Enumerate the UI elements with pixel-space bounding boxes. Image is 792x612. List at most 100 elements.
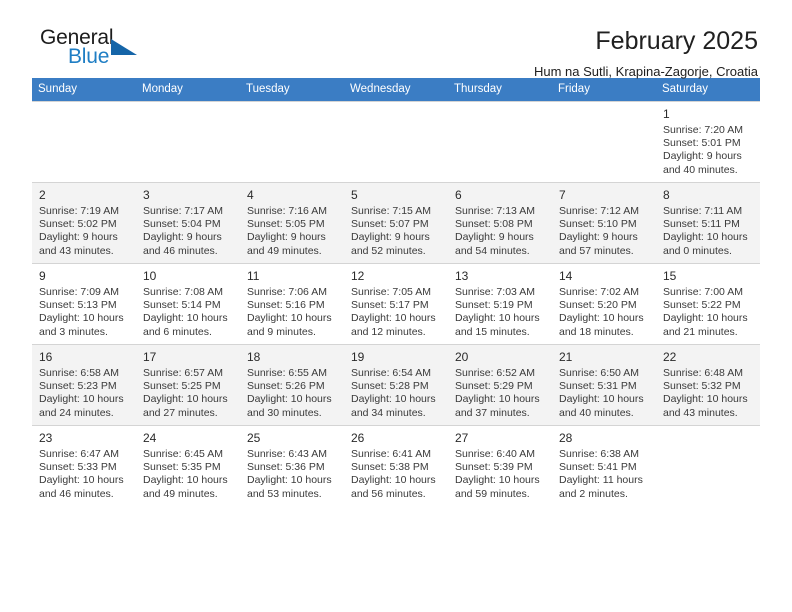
sunset-text: Sunset: 5:31 PM <box>559 380 637 393</box>
daylight-text-line1: Daylight: 9 hours <box>455 231 534 244</box>
day-number: 5 <box>351 188 358 202</box>
weekday-header-row: Sunday Monday Tuesday Wednesday Thursday… <box>32 78 760 102</box>
logo-text-blue: Blue <box>68 45 110 68</box>
calendar-day-cell[interactable]: 3 Sunrise: 7:17 AM Sunset: 5:04 PM Daylight… <box>136 182 240 264</box>
daylight-text-line2: and 59 minutes. <box>455 487 530 500</box>
sunrise-text: Sunrise: 6:57 AM <box>143 367 223 379</box>
day-cell-content: 15 Sunrise: 7:00 AM Sunset: 5:22 PM Dayligh… <box>656 264 760 344</box>
day-cell-content: 12 Sunrise: 7:05 AM Sunset: 5:17 PM Dayligh… <box>344 264 448 344</box>
daylight-text-line2: and 18 minutes. <box>559 325 634 338</box>
sunset-text: Sunset: 5:35 PM <box>143 461 221 474</box>
day-cell-content: 13 Sunrise: 7:03 AM Sunset: 5:19 PM Dayligh… <box>448 264 552 344</box>
daylight-text-line2: and 21 minutes. <box>663 325 738 338</box>
calendar-day-cell[interactable]: 25 Sunrise: 6:43 AM Sunset: 5:36 PM Dayligh… <box>240 425 344 506</box>
day-cell-content: 5 Sunrise: 7:15 AM Sunset: 5:07 PM Daylight… <box>344 183 448 263</box>
day-cell-content: 18 Sunrise: 6:55 AM Sunset: 5:26 PM Dayligh… <box>240 345 344 425</box>
calendar-day-cell[interactable]: 21 Sunrise: 6:50 AM Sunset: 5:31 PM Dayligh… <box>552 344 656 426</box>
calendar-day-cell[interactable]: 23 Sunrise: 6:47 AM Sunset: 5:33 PM Dayligh… <box>32 425 136 506</box>
day-cell-content: 24 Sunrise: 6:45 AM Sunset: 5:35 PM Dayligh… <box>136 426 240 506</box>
sunset-text: Sunset: 5:22 PM <box>663 299 741 312</box>
day-number: 10 <box>143 269 157 283</box>
day-number: 3 <box>143 188 150 202</box>
day-cell-content: 9 Sunrise: 7:09 AM Sunset: 5:13 PM Daylight… <box>32 264 136 344</box>
calendar-day-cell-empty <box>136 101 240 183</box>
page-title: February 2025 <box>595 27 758 55</box>
calendar-day-cell[interactable]: 6 Sunrise: 7:13 AM Sunset: 5:08 PM Daylight… <box>448 182 552 264</box>
daylight-text-line2: and 15 minutes. <box>455 325 530 338</box>
calendar-day-cell[interactable]: 5 Sunrise: 7:15 AM Sunset: 5:07 PM Daylight… <box>344 182 448 264</box>
sunrise-text: Sunrise: 7:19 AM <box>39 205 119 217</box>
sunrise-text: Sunrise: 7:06 AM <box>247 286 327 298</box>
calendar-day-cell[interactable]: 10 Sunrise: 7:08 AM Sunset: 5:14 PM Dayligh… <box>136 263 240 345</box>
sunrise-text: Sunrise: 7:03 AM <box>455 286 535 298</box>
day-cell-content: 26 Sunrise: 6:41 AM Sunset: 5:38 PM Dayligh… <box>344 426 448 506</box>
sunset-text: Sunset: 5:07 PM <box>351 218 429 231</box>
daylight-text-line2: and 37 minutes. <box>455 406 530 419</box>
daylight-text-line1: Daylight: 10 hours <box>247 393 332 406</box>
daylight-text-line1: Daylight: 10 hours <box>663 312 748 325</box>
calendar-day-cell[interactable]: 1 Sunrise: 7:20 AM Sunset: 5:01 PM Daylight… <box>656 101 760 183</box>
sunrise-text: Sunrise: 6:54 AM <box>351 367 431 379</box>
calendar-day-cell[interactable]: 7 Sunrise: 7:12 AM Sunset: 5:10 PM Daylight… <box>552 182 656 264</box>
calendar-day-cell[interactable]: 16 Sunrise: 6:58 AM Sunset: 5:23 PM Dayligh… <box>32 344 136 426</box>
daylight-text-line1: Daylight: 10 hours <box>559 312 644 325</box>
weekday-header-sunday: Sunday <box>32 78 136 102</box>
sunrise-text: Sunrise: 6:52 AM <box>455 367 535 379</box>
calendar-day-cell[interactable]: 12 Sunrise: 7:05 AM Sunset: 5:17 PM Dayligh… <box>344 263 448 345</box>
calendar-day-cell[interactable]: 13 Sunrise: 7:03 AM Sunset: 5:19 PM Dayligh… <box>448 263 552 345</box>
daylight-text-line1: Daylight: 10 hours <box>247 312 332 325</box>
calendar-day-cell[interactable]: 18 Sunrise: 6:55 AM Sunset: 5:26 PM Dayligh… <box>240 344 344 426</box>
daylight-text-line1: Daylight: 9 hours <box>663 150 742 163</box>
sunrise-text: Sunrise: 6:48 AM <box>663 367 743 379</box>
day-number: 4 <box>247 188 254 202</box>
sunset-text: Sunset: 5:11 PM <box>663 218 740 231</box>
day-number: 25 <box>247 431 261 445</box>
daylight-text-line2: and 40 minutes. <box>663 163 738 176</box>
calendar-day-cell[interactable]: 8 Sunrise: 7:11 AM Sunset: 5:11 PM Daylight… <box>656 182 760 264</box>
sunset-text: Sunset: 5:36 PM <box>247 461 325 474</box>
daylight-text-line1: Daylight: 10 hours <box>455 312 540 325</box>
day-cell-content: 8 Sunrise: 7:11 AM Sunset: 5:11 PM Daylight… <box>656 183 760 263</box>
sunset-text: Sunset: 5:08 PM <box>455 218 533 231</box>
day-number: 6 <box>455 188 462 202</box>
calendar-day-cell[interactable]: 14 Sunrise: 7:02 AM Sunset: 5:20 PM Dayligh… <box>552 263 656 345</box>
calendar-day-cell-empty <box>32 101 136 183</box>
calendar-day-cell-empty <box>240 101 344 183</box>
day-cell-content: 1 Sunrise: 7:20 AM Sunset: 5:01 PM Daylight… <box>656 102 760 182</box>
general-blue-logo[interactable]: General Blue <box>32 26 232 76</box>
calendar-day-cell[interactable]: 20 Sunrise: 6:52 AM Sunset: 5:29 PM Dayligh… <box>448 344 552 426</box>
daylight-text-line1: Daylight: 11 hours <box>559 474 643 487</box>
day-number: 19 <box>351 350 365 364</box>
day-cell-content: 10 Sunrise: 7:08 AM Sunset: 5:14 PM Dayligh… <box>136 264 240 344</box>
day-number: 11 <box>247 269 260 283</box>
sunset-text: Sunset: 5:14 PM <box>143 299 221 312</box>
sunrise-text: Sunrise: 6:40 AM <box>455 448 535 460</box>
day-cell-content: 28 Sunrise: 6:38 AM Sunset: 5:41 PM Dayligh… <box>552 426 656 506</box>
calendar-day-cell[interactable]: 22 Sunrise: 6:48 AM Sunset: 5:32 PM Dayligh… <box>656 344 760 426</box>
calendar-day-cell[interactable]: 19 Sunrise: 6:54 AM Sunset: 5:28 PM Dayligh… <box>344 344 448 426</box>
sunset-text: Sunset: 5:02 PM <box>39 218 117 231</box>
title-block: February 2025 Hum na Sutli, Krapina-Zago… <box>534 26 760 81</box>
calendar-day-cell[interactable]: 24 Sunrise: 6:45 AM Sunset: 5:35 PM Dayligh… <box>136 425 240 506</box>
calendar-body: 1 Sunrise: 7:20 AM Sunset: 5:01 PM Daylight… <box>32 101 760 506</box>
calendar-day-cell[interactable]: 17 Sunrise: 6:57 AM Sunset: 5:25 PM Dayligh… <box>136 344 240 426</box>
daylight-text-line2: and 54 minutes. <box>455 244 530 257</box>
day-number: 16 <box>39 350 53 364</box>
calendar-day-cell[interactable]: 26 Sunrise: 6:41 AM Sunset: 5:38 PM Dayligh… <box>344 425 448 506</box>
calendar-day-cell[interactable]: 15 Sunrise: 7:00 AM Sunset: 5:22 PM Dayligh… <box>656 263 760 345</box>
day-number: 24 <box>143 431 157 445</box>
calendar-week-row: 2 Sunrise: 7:19 AM Sunset: 5:02 PM Daylight… <box>32 182 760 264</box>
calendar-day-cell[interactable]: 11 Sunrise: 7:06 AM Sunset: 5:16 PM Dayligh… <box>240 263 344 345</box>
calendar-week-row: 23 Sunrise: 6:47 AM Sunset: 5:33 PM Dayligh… <box>32 425 760 506</box>
day-cell-content: 14 Sunrise: 7:02 AM Sunset: 5:20 PM Dayligh… <box>552 264 656 344</box>
calendar-day-cell[interactable]: 27 Sunrise: 6:40 AM Sunset: 5:39 PM Dayligh… <box>448 425 552 506</box>
calendar-day-cell[interactable]: 2 Sunrise: 7:19 AM Sunset: 5:02 PM Daylight… <box>32 182 136 264</box>
daylight-text-line2: and 46 minutes. <box>143 244 218 257</box>
day-cell-content: 27 Sunrise: 6:40 AM Sunset: 5:39 PM Dayligh… <box>448 426 552 506</box>
calendar-day-cell[interactable]: 9 Sunrise: 7:09 AM Sunset: 5:13 PM Daylight… <box>32 263 136 345</box>
calendar-day-cell-empty <box>448 101 552 183</box>
calendar-day-cell[interactable]: 4 Sunrise: 7:16 AM Sunset: 5:05 PM Daylight… <box>240 182 344 264</box>
day-cell-content: 22 Sunrise: 6:48 AM Sunset: 5:32 PM Dayligh… <box>656 345 760 425</box>
daylight-text-line2: and 0 minutes. <box>663 244 732 257</box>
calendar-day-cell[interactable]: 28 Sunrise: 6:38 AM Sunset: 5:41 PM Dayligh… <box>552 425 656 506</box>
